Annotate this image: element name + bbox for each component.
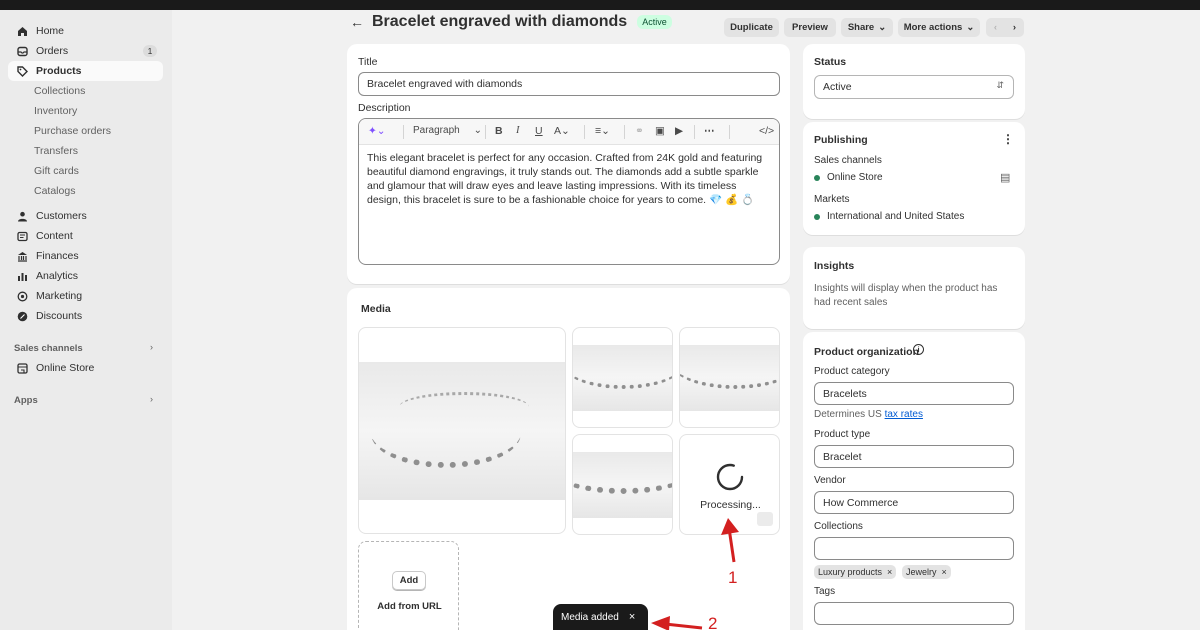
annotation-number-2: 2	[708, 614, 718, 630]
annotation-arrows	[651, 518, 739, 630]
annotation-number-1: 1	[728, 568, 738, 587]
